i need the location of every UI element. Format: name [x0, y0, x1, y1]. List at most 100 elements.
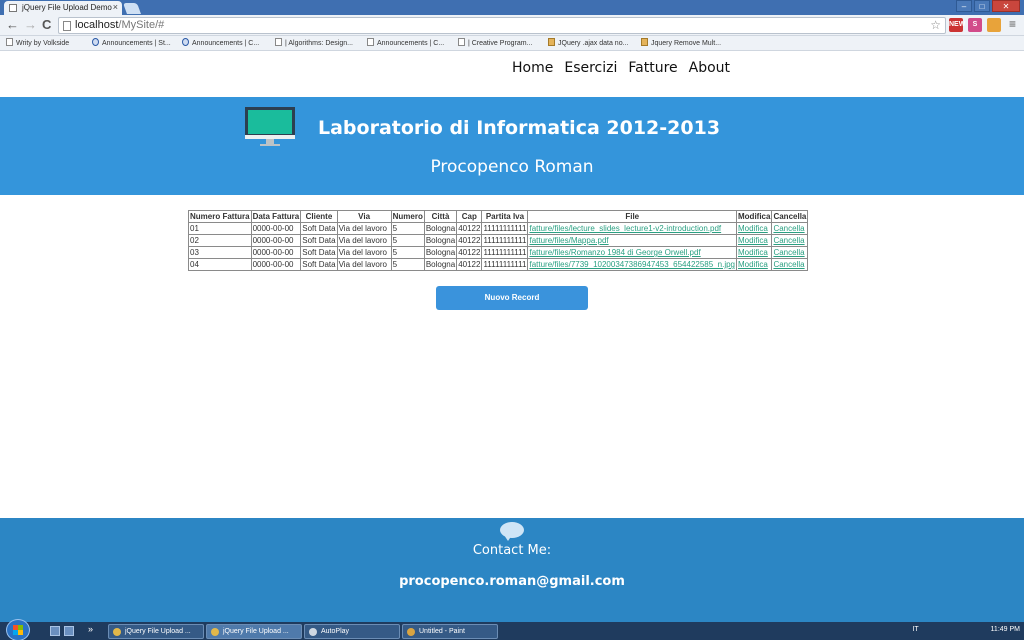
file-link[interactable]: fatture/files/Mappa.pdf	[527, 234, 737, 247]
contact-label: Contact Me:	[472, 543, 552, 558]
table-row: 01 0000-00-00 Soft Data Via del lavoro 5…	[188, 222, 809, 235]
back-icon[interactable]: ←	[6, 17, 19, 33]
url-text: localhost/MySite/#	[75, 19, 165, 31]
new-tab-button[interactable]	[122, 3, 142, 14]
bookmark-item[interactable]: Jquery Remove Mult...	[641, 38, 721, 47]
column-header: Data Fattura	[250, 210, 302, 223]
forward-icon[interactable]: →	[24, 17, 37, 33]
cell-data-fattura: 0000-00-00	[250, 222, 302, 235]
taskbar-item[interactable]: Untitled - Paint	[402, 624, 498, 639]
contact-email[interactable]: procopenco.roman@gmail.com	[0, 574, 1024, 589]
column-header: Numero Fattura	[188, 210, 252, 223]
file-link[interactable]: fatture/files/Romanzo 1984 di George Orw…	[527, 246, 737, 259]
site-nav: Home Esercizi Fatture About	[512, 60, 730, 76]
extension-pin-icon[interactable]	[987, 18, 1001, 32]
bookmark-star-icon[interactable]: ☆	[930, 18, 941, 32]
minimize-button[interactable]: –	[956, 0, 972, 12]
address-bar[interactable]: localhost/MySite/# ☆	[58, 17, 946, 34]
file-link[interactable]: fatture/files/lecture_slides_lecture1-v2…	[527, 222, 737, 235]
page-subtitle: Procopenco Roman	[430, 157, 594, 177]
cell-citta: Bologna	[423, 258, 458, 271]
bookmarks-bar: Writy by Volkside Announcements | St... …	[0, 36, 1024, 51]
taskbar-item[interactable]: jQuery File Upload ...	[108, 624, 204, 639]
cell-via: Via del lavoro	[336, 234, 392, 247]
bookmark-icon	[182, 38, 189, 46]
tab-title: jQuery File Upload Demo	[22, 3, 112, 12]
extension-s-icon[interactable]: S	[968, 18, 982, 32]
modifica-link[interactable]: Modifica	[735, 222, 773, 235]
cancella-link[interactable]: Cancella	[771, 258, 809, 271]
cell-via: Via del lavoro	[336, 258, 392, 271]
start-button[interactable]	[6, 619, 30, 640]
nav-about[interactable]: About	[689, 60, 730, 76]
bookmark-item[interactable]: Announcements | St...	[92, 38, 171, 47]
column-header: File	[527, 210, 737, 223]
column-header: Modifica	[735, 210, 773, 223]
file-link[interactable]: fatture/files/7739_10200347386947453_654…	[527, 258, 737, 271]
modifica-link[interactable]: Modifica	[735, 234, 773, 247]
extension-new-icon[interactable]: NEW	[949, 18, 965, 32]
tab-close-icon[interactable]: ×	[113, 2, 118, 12]
cancella-link[interactable]: Cancella	[771, 246, 809, 259]
monitor-icon	[245, 107, 295, 147]
cancella-link[interactable]: Cancella	[771, 222, 809, 235]
invoices-table: Numero Fattura Data Fattura Cliente Via …	[188, 210, 809, 271]
clock[interactable]: 11:49 PM	[991, 626, 1020, 633]
bookmark-icon	[641, 38, 648, 46]
nav-esercizi[interactable]: Esercizi	[564, 60, 617, 76]
bookmark-item[interactable]: Announcements | C...	[367, 38, 444, 47]
page-favicon-icon	[9, 4, 17, 12]
column-header: Cap	[456, 210, 483, 223]
cell-cliente: Soft Data	[300, 246, 338, 259]
bookmark-item[interactable]: JQuery .ajax data no...	[548, 38, 628, 47]
cell-partita-iva: 11111111111	[481, 222, 529, 235]
bookmark-item[interactable]: | Algorithms: Design...	[275, 38, 353, 47]
maximize-button[interactable]: □	[974, 0, 990, 12]
cell-data-fattura: 0000-00-00	[250, 234, 302, 247]
browser-tab[interactable]: jQuery File Upload Demo ×	[4, 1, 122, 15]
bookmark-icon	[275, 38, 282, 46]
hero-banner	[0, 97, 1024, 195]
chat-bubble-icon	[500, 522, 524, 542]
table-row: 02 0000-00-00 Soft Data Via del lavoro 5…	[188, 234, 809, 247]
taskbar-item[interactable]: jQuery File Upload ...	[206, 624, 302, 639]
page-title: Laboratorio di Informatica 2012-2013	[318, 117, 721, 139]
show-desktop-icon[interactable]	[50, 626, 60, 636]
bookmark-item[interactable]: | Creative Program...	[458, 38, 532, 47]
bookmark-item[interactable]: Announcements | C...	[182, 38, 259, 47]
taskbar: » jQuery File Upload ... jQuery File Upl…	[0, 619, 1024, 640]
chrome-icon	[113, 628, 121, 636]
new-record-button[interactable]: Nuovo Record	[436, 286, 588, 310]
tab-strip: jQuery File Upload Demo × – □ ✕	[0, 0, 1024, 15]
language-indicator[interactable]: IT	[912, 626, 918, 633]
reload-icon[interactable]: C	[42, 17, 51, 33]
system-tray: IT 11:49 PM	[906, 626, 1020, 633]
bookmark-icon	[92, 38, 99, 46]
cell-cap: 40122	[456, 222, 483, 235]
modifica-link[interactable]: Modifica	[735, 258, 773, 271]
bookmark-item[interactable]: Writy by Volkside	[6, 38, 69, 47]
paint-icon	[407, 628, 415, 636]
switch-windows-icon[interactable]	[64, 626, 74, 636]
cell-data-fattura: 0000-00-00	[250, 246, 302, 259]
taskbar-item[interactable]: AutoPlay	[304, 624, 400, 639]
close-window-button[interactable]: ✕	[992, 0, 1020, 12]
nav-fatture[interactable]: Fatture	[628, 60, 677, 76]
table-row: 04 0000-00-00 Soft Data Via del lavoro 5…	[188, 258, 809, 271]
chrome-menu-icon[interactable]: ≡	[1009, 17, 1016, 31]
cell-numero: 5	[390, 234, 425, 247]
cell-numero: 5	[390, 222, 425, 235]
column-header: Via	[336, 210, 392, 223]
cell-citta: Bologna	[423, 246, 458, 259]
column-header: Partita Iva	[481, 210, 529, 223]
taskbar-chevron-icon[interactable]: »	[88, 624, 93, 634]
cell-cliente: Soft Data	[300, 234, 338, 247]
page-icon	[63, 21, 71, 31]
cancella-link[interactable]: Cancella	[771, 234, 809, 247]
window-controls: – □ ✕	[954, 0, 1020, 12]
cell-numero-fattura: 01	[188, 222, 252, 235]
nav-home[interactable]: Home	[512, 60, 553, 76]
modifica-link[interactable]: Modifica	[735, 246, 773, 259]
column-header: Città	[423, 210, 458, 223]
cell-cap: 40122	[456, 246, 483, 259]
